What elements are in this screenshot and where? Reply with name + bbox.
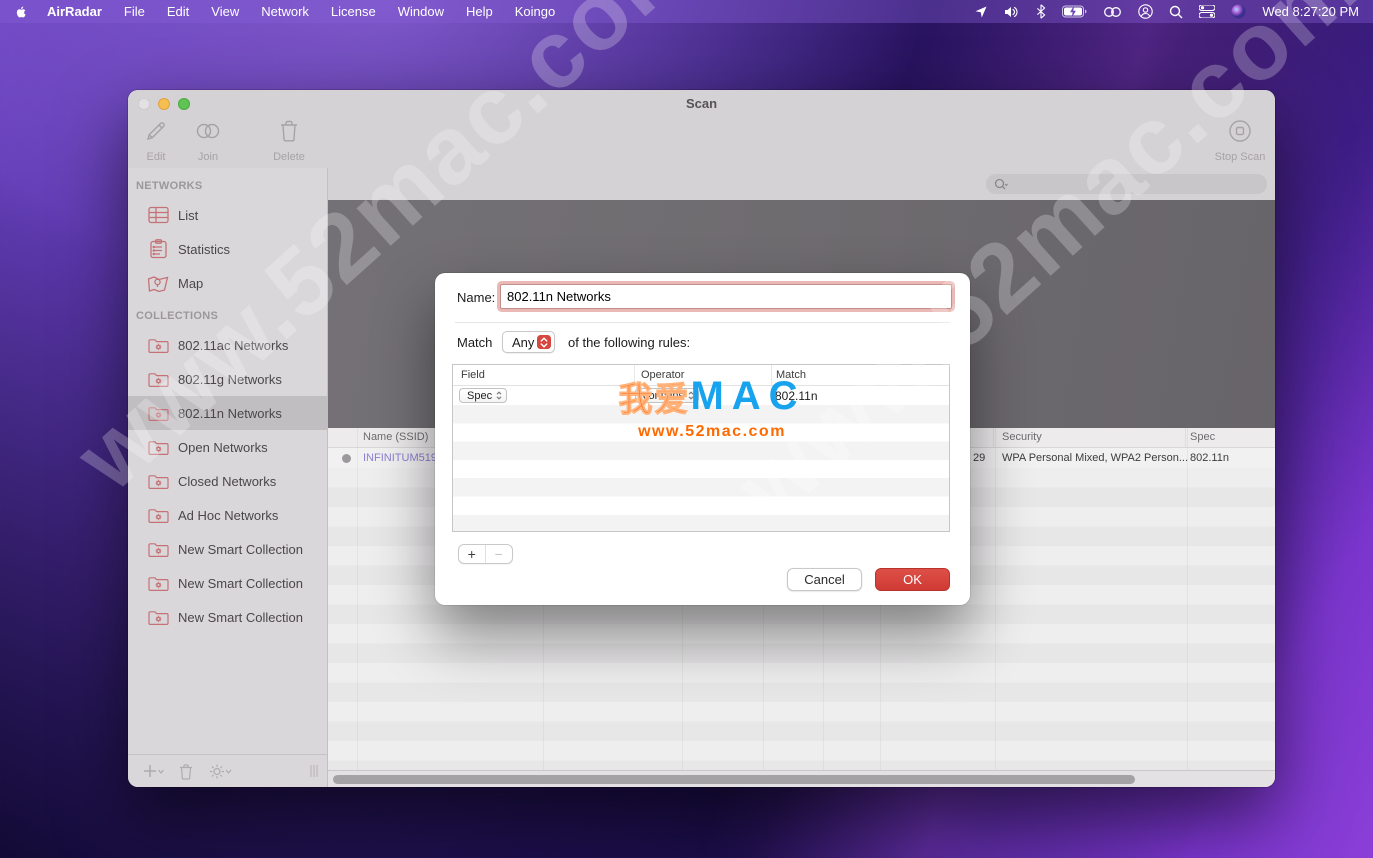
menu-clock[interactable]: Wed 8:27:20 PM: [1262, 4, 1359, 19]
siri-icon[interactable]: [1231, 4, 1246, 20]
rules-header: Field Operator Match: [453, 365, 949, 386]
cell-fragment: 29: [973, 452, 985, 464]
smart-folder-icon: [147, 439, 169, 456]
column-header-name[interactable]: Name (SSID): [363, 431, 428, 443]
menu-app-name[interactable]: AirRadar: [47, 4, 102, 19]
collection-name-input[interactable]: [500, 284, 952, 309]
delete-collection-button[interactable]: [178, 763, 194, 780]
smart-folder-icon: [147, 507, 169, 524]
sidebar-item-map[interactable]: Map: [128, 266, 327, 300]
stop-icon: [1228, 118, 1252, 144]
sidebar-item-list[interactable]: List: [128, 198, 327, 232]
match-any-popup[interactable]: Any: [502, 331, 555, 353]
chain-icon: [194, 118, 222, 144]
rule-column-field: Field: [461, 369, 485, 381]
list-icon: [147, 206, 169, 224]
rule-column-operator: Operator: [641, 369, 684, 381]
menu-view[interactable]: View: [211, 4, 239, 19]
dialog-separator: [455, 322, 950, 323]
scrollbar-thumb[interactable]: [333, 775, 1135, 784]
sidebar-item-new-smart-collection-1[interactable]: New Smart Collection: [128, 532, 327, 566]
sidebar-section-collections: COLLECTIONS: [128, 306, 327, 328]
spotlight-icon[interactable]: [1169, 4, 1183, 20]
smart-folder-icon: [147, 405, 169, 422]
menu-file[interactable]: File: [124, 4, 145, 19]
trash-icon: [278, 118, 300, 144]
map-icon: [147, 274, 169, 293]
smart-folder-icon: [147, 575, 169, 592]
field-popup[interactable]: Spec: [459, 388, 507, 403]
add-remove-segmented: + −: [458, 544, 513, 564]
link-icon[interactable]: [1103, 4, 1122, 20]
smart-folder-icon: [147, 371, 169, 388]
search-input[interactable]: [1012, 177, 1259, 191]
remove-rule-button[interactable]: −: [486, 545, 512, 563]
horizontal-scrollbar[interactable]: [328, 770, 1275, 787]
menu-window[interactable]: Window: [398, 4, 444, 19]
add-collection-button[interactable]: [142, 763, 164, 779]
menu-edit[interactable]: Edit: [167, 4, 189, 19]
sidebar-item-ad-hoc-networks[interactable]: Ad Hoc Networks: [128, 498, 327, 532]
user-icon[interactable]: [1138, 4, 1153, 20]
sidebar-item-80211g-networks[interactable]: 802.11g Networks: [128, 362, 327, 396]
match-label: Match: [457, 335, 492, 350]
sidebar: NETWORKS List Statistics Map COLLECTION: [128, 168, 328, 787]
control-center-icon[interactable]: [1199, 4, 1215, 20]
window-title: Scan: [128, 96, 1275, 111]
rule-match-value[interactable]: 802.11n: [775, 389, 818, 403]
menu-help[interactable]: Help: [466, 4, 493, 19]
rule-row: Spec contains 802.11n: [453, 386, 949, 405]
rules-table: Field Operator Match Spec contains 802.1…: [452, 364, 950, 532]
match-suffix-label: of the following rules:: [568, 335, 690, 350]
rules-empty-rows: [453, 405, 949, 531]
menu-network[interactable]: Network: [261, 4, 309, 19]
delete-toolbar-button[interactable]: Delete: [257, 118, 321, 163]
rule-column-match: Match: [776, 369, 806, 381]
sidebar-item-80211n-networks[interactable]: 802.11n Networks: [128, 396, 327, 430]
smart-folder-icon: [147, 473, 169, 490]
smart-folder-icon: [147, 337, 169, 354]
name-label: Name:: [457, 290, 495, 305]
search-field[interactable]: [986, 174, 1267, 194]
sidebar-resize-handle[interactable]: [309, 764, 319, 778]
sidebar-item-statistics[interactable]: Statistics: [128, 232, 327, 266]
popup-stepper-icon: [537, 335, 551, 349]
operator-popup[interactable]: contains: [635, 388, 699, 403]
cell-spec: 802.11n: [1190, 452, 1229, 464]
sidebar-item-closed-networks[interactable]: Closed Networks: [128, 464, 327, 498]
cancel-button[interactable]: Cancel: [787, 568, 862, 591]
apple-menu-icon[interactable]: [14, 4, 29, 20]
menu-license[interactable]: License: [331, 4, 376, 19]
pencil-icon: [144, 118, 168, 144]
bluetooth-icon[interactable]: [1036, 4, 1046, 20]
column-header-spec[interactable]: Spec: [1190, 431, 1215, 443]
add-rule-button[interactable]: +: [459, 545, 486, 563]
volume-icon[interactable]: [1004, 4, 1020, 20]
window-titlebar: Scan Edit Join Delete Stop Scan: [128, 90, 1275, 168]
menu-koingo[interactable]: Koingo: [515, 4, 555, 19]
statistics-icon: [147, 239, 169, 259]
join-toolbar-button[interactable]: Join: [176, 118, 240, 163]
sidebar-item-open-networks[interactable]: Open Networks: [128, 430, 327, 464]
smart-folder-icon: [147, 609, 169, 626]
cell-security: WPA Personal Mixed, WPA2 Person...: [1002, 452, 1188, 464]
stop-scan-button[interactable]: Stop Scan: [1208, 118, 1272, 163]
battery-charging-icon[interactable]: [1062, 4, 1087, 20]
sidebar-footer: [128, 754, 327, 787]
signal-dot-icon: [342, 454, 351, 463]
sidebar-section-networks: NETWORKS: [128, 176, 327, 198]
menu-bar: AirRadar File Edit View Network License …: [0, 0, 1373, 23]
smart-collection-dialog: Name: Match Any of the following rules: …: [435, 273, 970, 605]
sidebar-item-new-smart-collection-2[interactable]: New Smart Collection: [128, 566, 327, 600]
sidebar-item-new-smart-collection-3[interactable]: New Smart Collection: [128, 600, 327, 634]
search-icon: [994, 178, 1008, 191]
column-header-security[interactable]: Security: [1002, 431, 1042, 443]
smart-folder-icon: [147, 541, 169, 558]
cell-ssid: INFINITUM519: [363, 452, 437, 464]
location-icon[interactable]: [974, 4, 988, 20]
sidebar-item-80211ac-networks[interactable]: 802.11ac Networks: [128, 328, 327, 362]
ok-button[interactable]: OK: [875, 568, 950, 591]
settings-gear-button[interactable]: [208, 763, 232, 780]
search-strip: [328, 168, 1275, 200]
